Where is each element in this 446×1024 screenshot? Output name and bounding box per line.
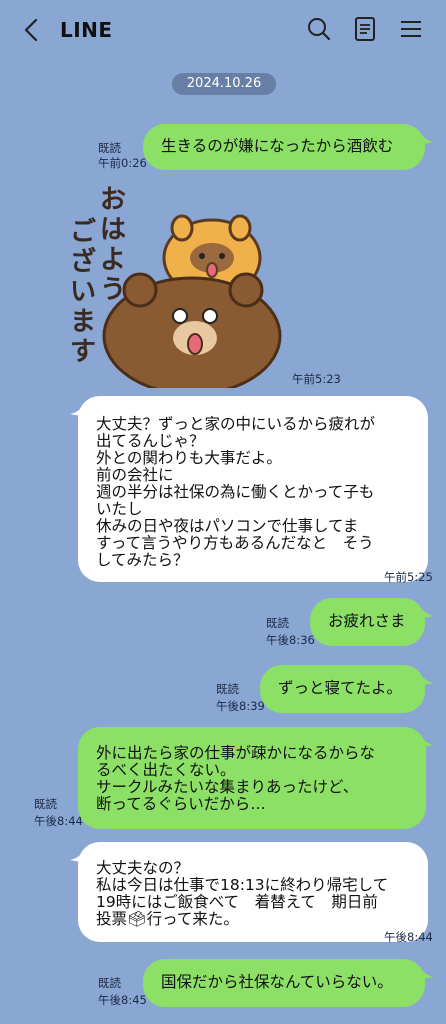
message-time: 午後8:39 bbox=[216, 699, 265, 713]
top-bar: LINE bbox=[0, 0, 446, 60]
sent-message-bubble[interactable]: お疲れさま bbox=[310, 598, 425, 646]
sent-message-bubble[interactable]: 国保だから社保なんていらない。 bbox=[143, 959, 425, 1007]
message-text: 生きるのが嫌になったから酒飲む bbox=[161, 137, 394, 155]
message-time: 午前0:26 bbox=[98, 156, 147, 170]
message-text: 国保だから社保なんていらない。 bbox=[161, 973, 393, 991]
svg-text:ま: ま bbox=[70, 307, 96, 337]
message-time: 午後8:45 bbox=[98, 993, 147, 1007]
message-time: 午前5:25 bbox=[384, 570, 433, 584]
message-time: 午後8:44 bbox=[34, 814, 83, 828]
sticker-raccoon-bears[interactable]: おはよう ございます bbox=[62, 178, 288, 388]
search-icon[interactable] bbox=[304, 14, 334, 44]
message-text: ずっと寝てたよ。 bbox=[278, 679, 403, 697]
svg-text:ざ: ざ bbox=[70, 246, 96, 277]
message-text: お疲れさま bbox=[328, 612, 406, 630]
received-message-bubble[interactable]: 大丈夫なの？ 私は今日は仕事で18:13に終わり帰宅して 19時にはご飯食べて … bbox=[78, 842, 428, 942]
read-receipt: 既読 bbox=[98, 141, 121, 155]
notes-icon[interactable] bbox=[350, 14, 380, 44]
bubble-tail bbox=[418, 965, 434, 979]
message-time: 午前5:23 bbox=[292, 372, 341, 386]
message-time: 午後8:44 bbox=[384, 930, 433, 944]
svg-text:ご: ご bbox=[70, 216, 96, 247]
message-text: 大丈夫？ずっと家の中にいるから疲れが 出てるんじゃ？ 外との関わりも大事だよ。 … bbox=[96, 415, 376, 569]
read-receipt: 既読 bbox=[98, 976, 121, 990]
sent-message-bubble[interactable]: 生きるのが嫌になったから酒飲む bbox=[143, 124, 425, 170]
message-text: 外に出たら家の仕事が疎かになるからな るべく出たくない。 サークルみたいな集まり… bbox=[96, 744, 376, 813]
svg-text:お: お bbox=[100, 185, 126, 215]
svg-text:い: い bbox=[70, 277, 96, 307]
bubble-tail bbox=[418, 671, 434, 685]
chat-title: LINE bbox=[60, 18, 113, 42]
menu-icon[interactable] bbox=[396, 14, 426, 44]
bubble-tail bbox=[418, 733, 434, 747]
svg-text:す: す bbox=[70, 337, 96, 367]
message-time: 午後8:36 bbox=[266, 633, 315, 647]
bubble-tail bbox=[418, 130, 434, 144]
svg-text:は: は bbox=[100, 215, 126, 245]
bubble-tail bbox=[418, 604, 434, 618]
read-receipt: 既読 bbox=[266, 616, 289, 630]
sent-message-bubble[interactable]: 外に出たら家の仕事が疎かになるからな るべく出たくない。 サークルみたいな集まり… bbox=[78, 727, 426, 829]
read-receipt: 既読 bbox=[216, 682, 239, 696]
sent-message-bubble[interactable]: ずっと寝てたよ。 bbox=[260, 665, 425, 713]
date-separator: 2024.10.26 bbox=[172, 73, 276, 95]
svg-text:よ: よ bbox=[100, 245, 126, 275]
received-message-bubble[interactable]: 大丈夫？ずっと家の中にいるから疲れが 出てるんじゃ？ 外との関わりも大事だよ。 … bbox=[78, 396, 428, 582]
back-arrow-icon[interactable] bbox=[20, 16, 44, 44]
read-receipt: 既読 bbox=[34, 797, 57, 811]
message-text: 大丈夫なの？ 私は今日は仕事で18:13に終わり帰宅して 19時にはご飯食べて … bbox=[96, 859, 389, 928]
